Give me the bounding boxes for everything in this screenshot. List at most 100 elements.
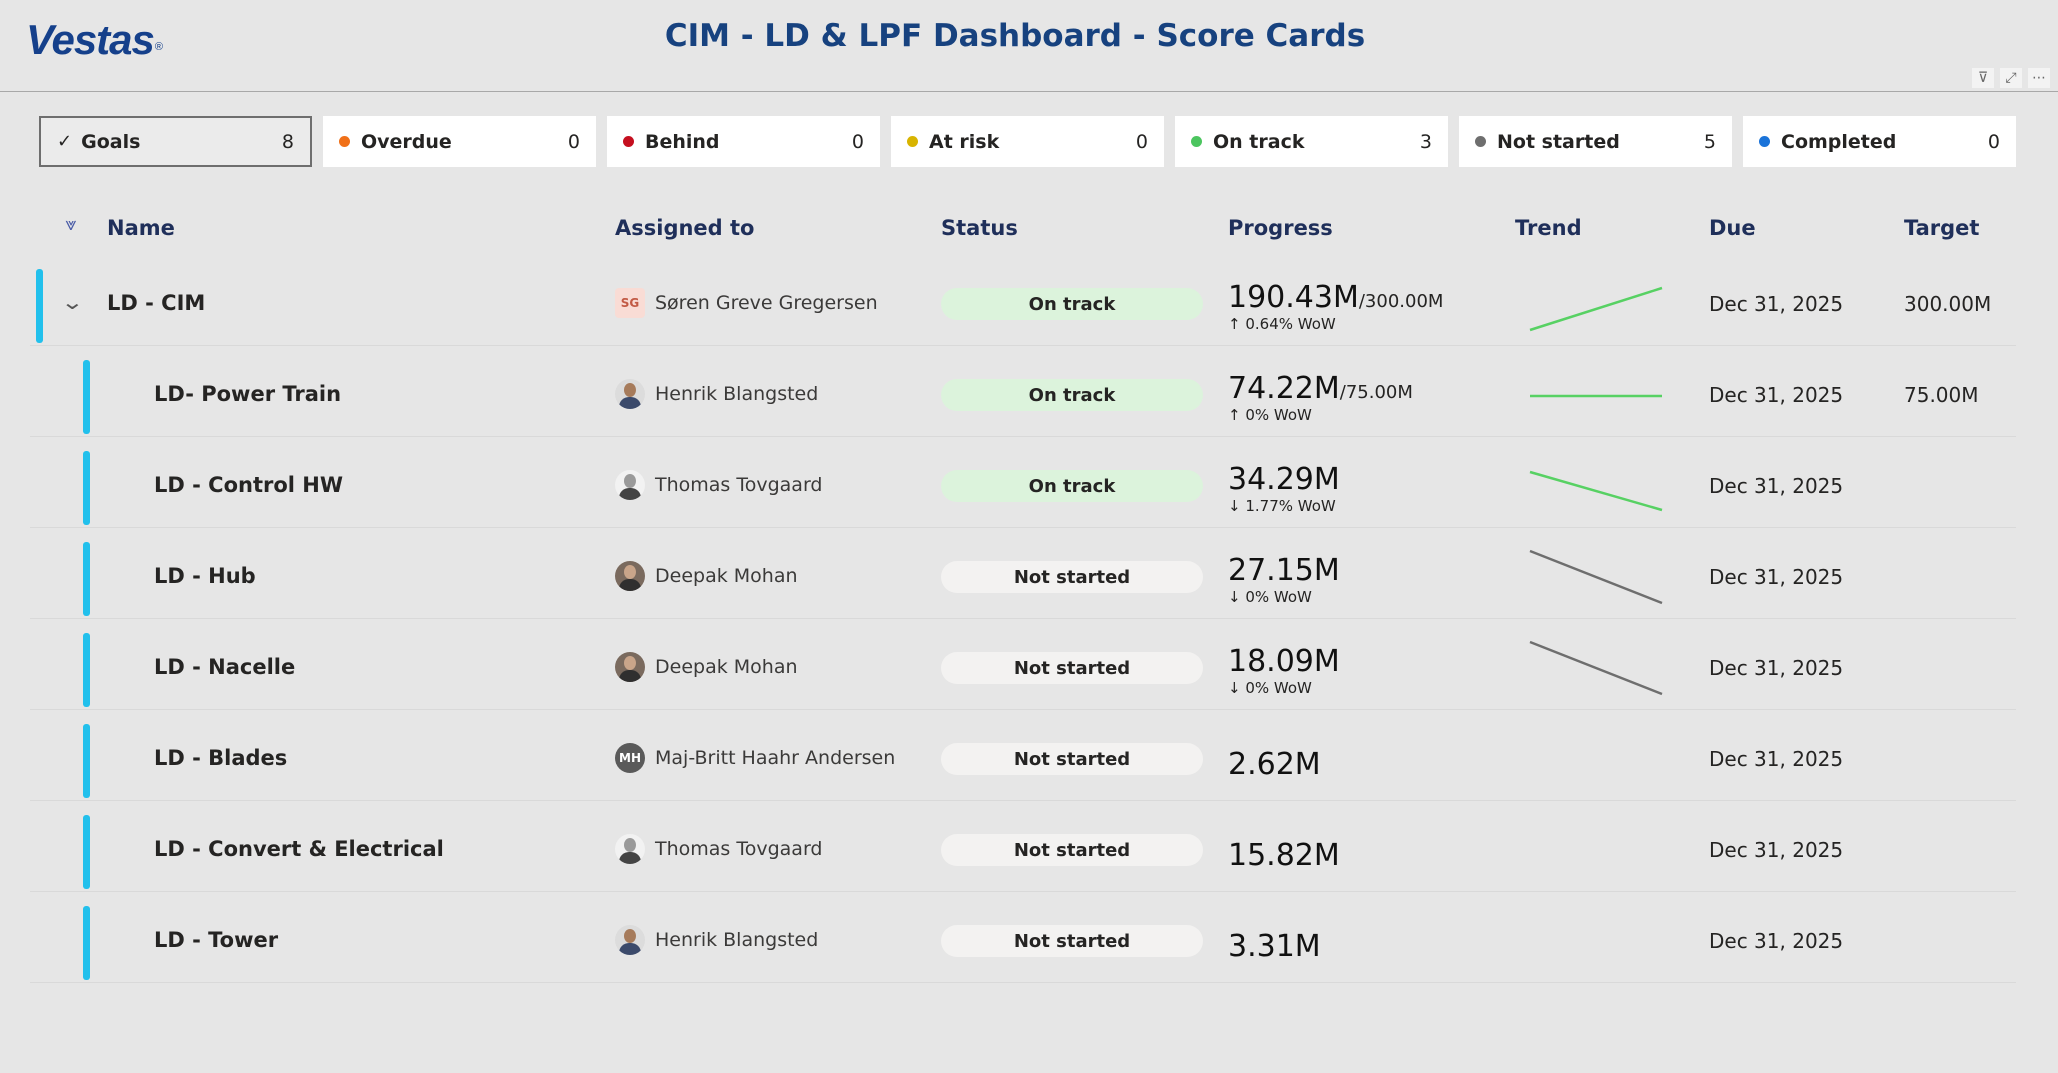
trend-sparkline: [1529, 470, 1663, 512]
due-date: Dec 31, 2025: [1709, 656, 1844, 680]
goal-name[interactable]: LD- Power Train: [154, 382, 341, 406]
filter-overdue[interactable]: Overdue 0: [323, 116, 596, 167]
goal-accent-bar: [36, 269, 43, 343]
progress-value: 15.82M: [1228, 838, 1340, 873]
target-value: 75.00M: [1904, 383, 1979, 407]
filter-label: Goals: [81, 130, 141, 153]
focus-mode-icon[interactable]: ⤢: [2000, 68, 2022, 88]
goal-name[interactable]: LD - Convert & Electrical: [154, 837, 444, 861]
goal-name[interactable]: LD - Nacelle: [154, 655, 295, 679]
goal-accent-bar: [83, 542, 90, 616]
assignee: Henrik Blangsted: [615, 379, 818, 409]
status-dot-icon: [623, 136, 634, 147]
goal-row[interactable]: LD - Control HW Thomas Tovgaard On track…: [30, 448, 2016, 528]
target-value: 300.00M: [1904, 292, 1992, 316]
column-header-progress[interactable]: Progress: [1228, 216, 1333, 240]
goal-row[interactable]: LD - Tower Henrik Blangsted Not started …: [30, 903, 2016, 983]
filter-count: 3: [1419, 130, 1432, 153]
goal-accent-bar: [83, 724, 90, 798]
target-suffix: /75.00M: [1339, 382, 1413, 403]
collapse-chevron-icon[interactable]: ⌄: [61, 290, 84, 314]
status-badge[interactable]: Not started: [941, 652, 1203, 684]
column-header-name[interactable]: Name: [107, 216, 175, 240]
filter-not-started[interactable]: Not started 5: [1459, 116, 1732, 167]
status-badge[interactable]: On track: [941, 379, 1203, 411]
assignee: SG Søren Greve Gregersen: [615, 288, 878, 318]
column-header-due[interactable]: Due: [1709, 216, 1756, 240]
status-dot-icon: [1759, 136, 1770, 147]
filter-label: Completed: [1781, 130, 1897, 153]
page-title: CIM - LD & LPF Dashboard - Score Cards: [664, 18, 1366, 54]
due-date: Dec 31, 2025: [1709, 838, 1844, 862]
due-date: Dec 31, 2025: [1709, 747, 1844, 771]
filter-behind[interactable]: Behind 0: [607, 116, 880, 167]
expand-all-icon[interactable]: ⩔: [65, 214, 76, 235]
avatar: [615, 925, 645, 955]
progress-value: 27.15M ↓ 0% WoW: [1228, 553, 1340, 606]
column-header-status[interactable]: Status: [941, 216, 1018, 240]
status-badge[interactable]: Not started: [941, 925, 1203, 957]
more-options-icon[interactable]: ⋯: [2028, 68, 2050, 88]
filter-label: Behind: [645, 130, 720, 153]
goal-row[interactable]: LD - Nacelle Deepak Mohan Not started 18…: [30, 630, 2016, 710]
avatar: [615, 834, 645, 864]
visual-header-icons: ⊽ ⤢ ⋯: [1972, 68, 2050, 88]
filter-label: Overdue: [361, 130, 452, 153]
filter-label: On track: [1213, 130, 1305, 153]
filter-on-track[interactable]: On track 3: [1175, 116, 1448, 167]
goal-name[interactable]: LD - CIM: [107, 291, 205, 315]
assignee-name: Thomas Tovgaard: [655, 474, 823, 496]
trend-sparkline: [1529, 549, 1663, 605]
filter-label: Not started: [1497, 130, 1620, 153]
goal-row[interactable]: ⌄ LD - CIM SG Søren Greve Gregersen On t…: [30, 266, 2016, 346]
goal-name[interactable]: LD - Blades: [154, 746, 287, 770]
goal-accent-bar: [83, 906, 90, 980]
goal-row[interactable]: LD- Power Train Henrik Blangsted On trac…: [30, 357, 2016, 437]
filter-completed[interactable]: Completed 0: [1743, 116, 2016, 167]
status-badge[interactable]: On track: [941, 470, 1203, 502]
filter-goals[interactable]: ✓ Goals 8: [39, 116, 312, 167]
status-dot-icon: [1191, 136, 1202, 147]
column-header-assigned-to[interactable]: Assigned to: [615, 216, 754, 240]
filter-at-risk[interactable]: At risk 0: [891, 116, 1164, 167]
assignee: Thomas Tovgaard: [615, 834, 823, 864]
status-badge[interactable]: Not started: [941, 834, 1203, 866]
goal-row[interactable]: LD - Convert & Electrical Thomas Tovgaar…: [30, 812, 2016, 892]
goal-accent-bar: [83, 633, 90, 707]
filter-count: 5: [1703, 130, 1716, 153]
status-filter-bar: ✓ Goals 8 Overdue 0 Behind 0 At risk 0 O…: [39, 116, 2016, 167]
status-badge[interactable]: Not started: [941, 561, 1203, 593]
avatar: [615, 652, 645, 682]
assignee: Deepak Mohan: [615, 652, 798, 682]
avatar: [615, 470, 645, 500]
status-badge[interactable]: On track: [941, 288, 1203, 320]
column-header-trend[interactable]: Trend: [1515, 216, 1582, 240]
progress-value: 2.62M: [1228, 747, 1321, 782]
assignee-name: Henrik Blangsted: [655, 383, 819, 405]
current-value: 3.31M: [1228, 929, 1321, 964]
due-date: Dec 31, 2025: [1709, 383, 1844, 407]
progress-value: 18.09M ↓ 0% WoW: [1228, 644, 1340, 697]
assignee-name: Maj-Britt Haahr Andersen: [655, 747, 896, 769]
current-value: 15.82M: [1228, 838, 1340, 873]
current-value: 190.43M: [1228, 280, 1359, 315]
due-date: Dec 31, 2025: [1709, 474, 1844, 498]
current-value: 18.09M: [1228, 644, 1340, 679]
filter-count: 0: [1135, 130, 1148, 153]
column-header-target[interactable]: Target: [1904, 216, 1979, 240]
goal-name[interactable]: LD - Tower: [154, 928, 278, 952]
goal-accent-bar: [83, 815, 90, 889]
progress-value: 74.22M/75.00M ↑ 0% WoW: [1228, 371, 1413, 424]
goal-name[interactable]: LD - Hub: [154, 564, 256, 588]
week-over-week-change: ↓ 1.77% WoW: [1228, 497, 1336, 515]
assignee-name: Deepak Mohan: [655, 565, 798, 587]
filter-icon[interactable]: ⊽: [1972, 68, 1994, 88]
assignee-name: Deepak Mohan: [655, 656, 798, 678]
status-dot-icon: [1475, 136, 1486, 147]
week-over-week-change: ↑ 0.64% WoW: [1228, 315, 1336, 333]
goal-row[interactable]: LD - Blades MH Maj-Britt Haahr Andersen …: [30, 721, 2016, 801]
goal-name[interactable]: LD - Control HW: [154, 473, 343, 497]
goal-row[interactable]: LD - Hub Deepak Mohan Not started 27.15M…: [30, 539, 2016, 619]
status-badge[interactable]: Not started: [941, 743, 1203, 775]
progress-value: 34.29M ↓ 1.77% WoW: [1228, 462, 1340, 515]
